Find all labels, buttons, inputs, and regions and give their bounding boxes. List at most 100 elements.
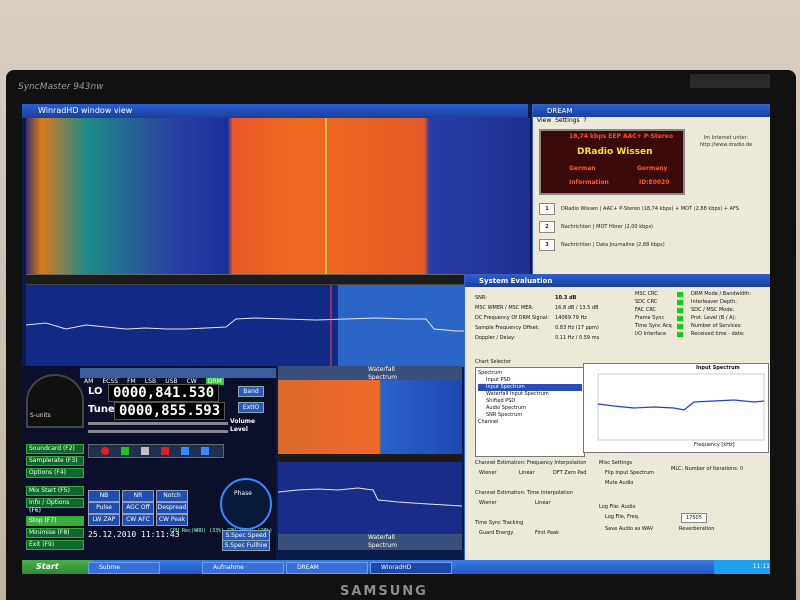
forward-icon[interactable] [201, 447, 209, 455]
service-row[interactable]: 1 DRadio Wissen | AAC+ P-Stereo (18,74 kb… [539, 203, 765, 215]
extio-button[interactable]: ExtIO [238, 402, 264, 413]
radio-first-peak[interactable]: First Peak [535, 529, 559, 537]
checkbox-mute-audio[interactable]: Mute Audio [605, 479, 633, 487]
mode-am[interactable]: AM [84, 378, 93, 385]
status-led [677, 292, 683, 297]
pause-icon[interactable] [141, 447, 149, 455]
dream-title[interactable]: DREAM [533, 105, 770, 117]
spectrum-trace [26, 285, 530, 367]
frame-sync-label: Frame Sync [635, 315, 665, 321]
exit-button[interactable]: Exit (F9) [26, 540, 84, 550]
radio-freq-dft[interactable]: DFT Zero Pad [553, 469, 586, 477]
info-options-button[interactable]: Info / Options (F6) [26, 498, 84, 514]
service-text: Nachrichten | Data Journaline (2,88 kbps… [561, 242, 665, 248]
radio-time-linear[interactable]: Linear [535, 499, 551, 507]
play-icon[interactable] [121, 447, 129, 455]
start-button[interactable]: Start [22, 560, 96, 574]
tune-frequency-display[interactable]: 0000,855.593 [114, 402, 226, 420]
radio-freq-wiener[interactable]: Wiener [479, 469, 497, 477]
task-subme[interactable]: Subme [88, 562, 160, 574]
prot-level-label: Prot. Level (B / A): [691, 315, 737, 321]
nr-button[interactable]: NR [122, 490, 154, 502]
options-button[interactable]: Options (F4) [26, 468, 84, 478]
checkbox-flip-spectrum[interactable]: Flip Input Spectrum [605, 469, 654, 477]
internet-info: Im Internet unter: http://www.dradio.de [699, 135, 753, 148]
chart-selector-tree[interactable]: Spectrum Input PSD Input Spectrum Waterf… [475, 367, 585, 457]
service-num[interactable]: 1 [539, 203, 555, 215]
tune-label: Tune [88, 404, 115, 415]
syseval-title[interactable]: System Evaluation [465, 275, 770, 287]
spec-fullhiw-button[interactable]: S.Spec Fullhiw [222, 540, 270, 551]
lo-label: LO [88, 386, 103, 397]
checkbox-log-file[interactable]: Log File, Freq. [605, 513, 639, 521]
tree-input-spectrum[interactable]: Input Spectrum [478, 384, 582, 391]
lo-frequency-display[interactable]: 0000,841.530 [108, 384, 220, 402]
checkbox-reverberation[interactable]: Reverberation [679, 525, 714, 533]
notch-button[interactable]: Notch [156, 490, 188, 502]
radio-time-wiener[interactable]: Wiener [479, 499, 497, 507]
interp-freq-label: Channel Estimation: Frequency Interpolat… [475, 460, 587, 466]
service-num[interactable]: 3 [539, 239, 555, 251]
mlc-iterations-label: MLC: Number of Iterations: 0 [671, 466, 744, 472]
nb-button[interactable]: NB [88, 490, 120, 502]
service-row[interactable]: 2 Nachrichten | MOT Hörer (2,00 kbps) [539, 221, 765, 233]
agc-off-button[interactable]: AGC Off [122, 502, 154, 514]
samplerate-button[interactable]: Samplerate (F3) [26, 456, 84, 466]
main-spectrum[interactable] [26, 284, 530, 367]
mix-start-button[interactable]: Mix Start (F5) [26, 486, 84, 496]
snr-value: 10.3 dB [555, 295, 577, 301]
menu-view[interactable]: View [537, 117, 551, 124]
mer-label: MSC WMER / MSC MER: [475, 305, 534, 311]
log-freq-input[interactable]: 17505 [681, 513, 707, 523]
dc-freq-label: DC Frequency Of DRM Signal: [475, 315, 549, 321]
pulse-button[interactable]: Pulse [88, 502, 120, 514]
radio-freq-linear[interactable]: Linear [519, 469, 535, 477]
timesync-label: Time Sync Tracking [475, 520, 524, 526]
task-winradhd[interactable]: WinradHD [370, 562, 452, 574]
checkbox-save-audio[interactable]: Save Audio as WAV [605, 525, 653, 533]
stop-icon[interactable] [161, 447, 169, 455]
volume-slider[interactable] [88, 422, 228, 425]
waterfall-window-title[interactable]: WinradHD window view [22, 104, 528, 118]
tree-snr-spectrum[interactable]: SNR Spectrum [478, 412, 582, 419]
audio-waterfall[interactable] [278, 380, 462, 454]
lw-zap-button[interactable]: LW ZAP [88, 514, 120, 526]
rewind-icon[interactable] [181, 447, 189, 455]
mode-tabs: AM ECSS FM LSB USB CW DRM [80, 368, 276, 385]
cw-peak-button[interactable]: CW Peak [156, 514, 188, 526]
tree-spectrum[interactable]: Spectrum [478, 370, 582, 377]
despread-button[interactable]: Despread [156, 502, 188, 514]
stop-button[interactable]: Stop (F7) [26, 516, 84, 526]
service-row[interactable]: 3 Nachrichten | Data Journaline (2,88 kbp… [539, 239, 765, 251]
plot-xlabel: Frequency [kHz] [694, 442, 735, 448]
tree-audio-spectrum[interactable]: Audio Spectrum [478, 405, 582, 412]
task-dream[interactable]: DREAM [286, 562, 368, 574]
radio-guard-energy[interactable]: Guard Energy [479, 529, 513, 537]
plot-title: Input Spectrum [696, 365, 740, 371]
service-num[interactable]: 2 [539, 221, 555, 233]
audio-spectrum[interactable] [277, 462, 463, 534]
band-button[interactable]: Band [238, 386, 264, 397]
minimise-button[interactable]: Minimise (F8) [26, 528, 84, 538]
tree-waterfall[interactable]: Waterfall Input Spectrum [478, 391, 582, 398]
menu-settings[interactable]: Settings [555, 117, 580, 124]
tree-input-psd[interactable]: Input PSD [478, 377, 582, 384]
tree-shifted-psd[interactable]: Shifted PSD [478, 398, 582, 405]
task-aufnahme[interactable]: Aufnahme [202, 562, 284, 574]
input-spectrum-trace [597, 373, 765, 441]
main-waterfall[interactable] [26, 118, 530, 274]
cw-afc-button[interactable]: CW AFC [122, 514, 154, 526]
lcd-country: Germany [637, 165, 668, 172]
status-led [677, 324, 683, 329]
crc-fac-label: FAC CRC [635, 307, 657, 313]
soundcard-button[interactable]: Soundcard (F2) [26, 444, 84, 454]
record-icon[interactable] [101, 447, 109, 455]
status-led [677, 332, 683, 337]
tree-channel[interactable]: Channel [478, 419, 582, 426]
system-tray-clock[interactable]: 11:11 [714, 560, 770, 574]
input-spectrum-plot[interactable]: Input Spectrum Frequency [kHz] [583, 363, 769, 453]
status-led [677, 300, 683, 305]
tune-marker[interactable] [325, 118, 327, 274]
level-slider[interactable] [88, 430, 228, 433]
menu-help[interactable]: ? [584, 117, 587, 124]
